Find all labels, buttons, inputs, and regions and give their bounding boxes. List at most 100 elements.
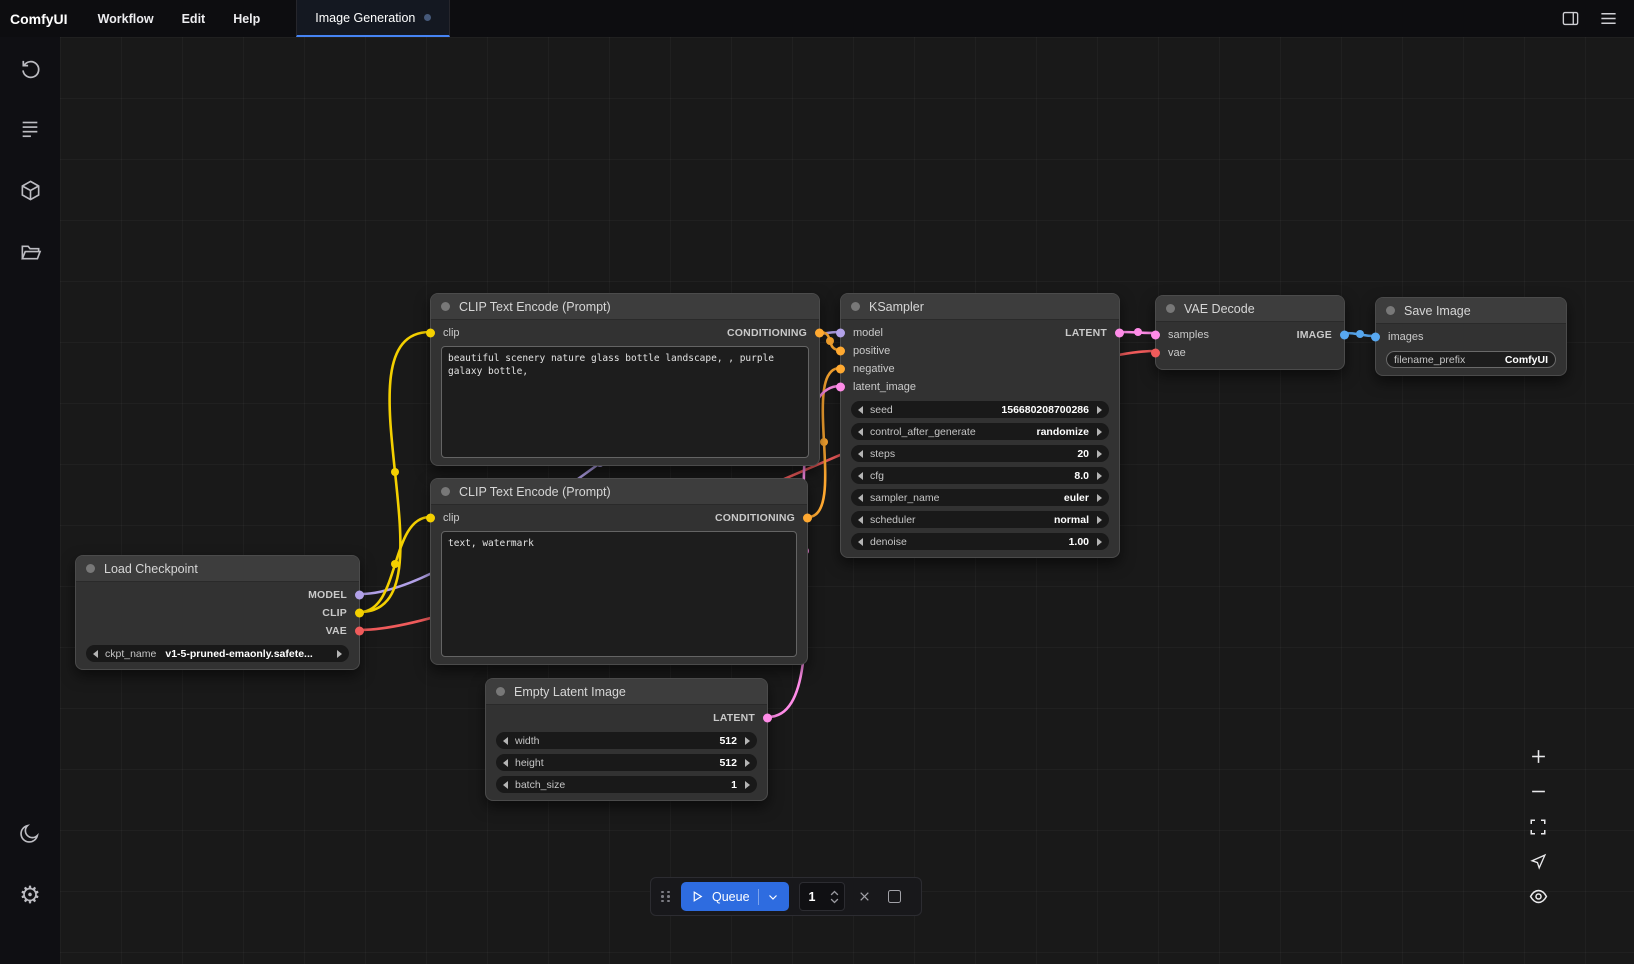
batch-count-input[interactable]: 1 [799, 882, 845, 911]
widget-ckpt-name[interactable]: ckpt_name v1-5-pruned-emaonly.safete... [86, 645, 349, 662]
node-header[interactable]: KSampler [841, 294, 1119, 320]
port-images-input[interactable] [1371, 333, 1380, 342]
port-vae-output[interactable] [355, 627, 364, 636]
tab-image-generation[interactable]: Image Generation [296, 0, 450, 37]
settings-icon[interactable]: ⚙ [10, 875, 50, 915]
chevron-down-icon[interactable] [767, 891, 779, 903]
prev-arrow-icon[interactable] [503, 737, 508, 745]
node-header[interactable]: CLIP Text Encode (Prompt) [431, 479, 807, 505]
collapse-dot[interactable] [86, 564, 95, 573]
port-vae-input[interactable] [1151, 349, 1160, 358]
stop-icon[interactable] [885, 887, 905, 907]
node-clip-text-encode-negative[interactable]: CLIP Text Encode (Prompt) clip CONDITION… [430, 478, 808, 665]
node-clip-text-encode-positive[interactable]: CLIP Text Encode (Prompt) clip CONDITION… [430, 293, 820, 466]
port-clip-input[interactable] [426, 514, 435, 523]
port-clip-output[interactable] [355, 609, 364, 618]
node-save-image[interactable]: Save Image images filename_prefix ComfyU… [1375, 297, 1567, 376]
prev-arrow-icon[interactable] [858, 516, 863, 524]
prev-arrow-icon[interactable] [858, 428, 863, 436]
next-arrow-icon[interactable] [1097, 516, 1102, 524]
next-arrow-icon[interactable] [1097, 428, 1102, 436]
next-arrow-icon[interactable] [1097, 406, 1102, 414]
prev-arrow-icon[interactable] [93, 650, 98, 658]
port-latent-output[interactable] [763, 714, 772, 723]
widget-height[interactable]: height 512 [496, 754, 757, 771]
theme-icon[interactable] [10, 813, 50, 853]
widget-cfg[interactable]: cfg 8.0 [851, 467, 1109, 484]
next-arrow-icon[interactable] [745, 781, 750, 789]
port-image-output[interactable] [1340, 331, 1349, 340]
zoom-out-icon[interactable] [1526, 781, 1550, 802]
port-samples-input[interactable] [1151, 331, 1160, 340]
collapse-dot[interactable] [1386, 306, 1395, 315]
collapse-dot[interactable] [851, 302, 860, 311]
collapse-dot[interactable] [441, 302, 450, 311]
next-arrow-icon[interactable] [1097, 538, 1102, 546]
model-library-icon[interactable] [10, 170, 50, 210]
widget-scheduler[interactable]: scheduler normal [851, 511, 1109, 528]
queue-icon[interactable] [10, 108, 50, 148]
step-down-icon[interactable] [830, 898, 839, 904]
next-arrow-icon[interactable] [1097, 472, 1102, 480]
node-header[interactable]: Save Image [1376, 298, 1566, 324]
hamburger-menu-icon[interactable] [1596, 7, 1620, 31]
node-header[interactable]: CLIP Text Encode (Prompt) [431, 294, 819, 320]
collapse-dot[interactable] [441, 487, 450, 496]
toggle-panel-icon[interactable] [1558, 7, 1582, 31]
node-load-checkpoint[interactable]: Load Checkpoint MODEL CLIP VAE ckpt_name… [75, 555, 360, 670]
next-arrow-icon[interactable] [745, 759, 750, 767]
prompt-textarea[interactable]: beautiful scenery nature glass bottle la… [441, 346, 809, 458]
menu-workflow[interactable]: Workflow [84, 0, 168, 37]
prev-arrow-icon[interactable] [858, 450, 863, 458]
port-model-output[interactable] [355, 591, 364, 600]
step-up-icon[interactable] [830, 890, 839, 896]
port-model-input[interactable] [836, 329, 845, 338]
drag-handle-icon[interactable] [661, 891, 671, 903]
node-header[interactable]: Load Checkpoint [76, 556, 359, 582]
node-empty-latent-image[interactable]: Empty Latent Image LATENT width 512 heig… [485, 678, 768, 801]
prev-arrow-icon[interactable] [858, 406, 863, 414]
next-arrow-icon[interactable] [337, 650, 342, 658]
workflows-icon[interactable] [10, 232, 50, 272]
history-icon[interactable] [10, 48, 50, 88]
port-latent-image-input[interactable] [836, 383, 845, 392]
port-conditioning-output[interactable] [803, 514, 812, 523]
widget-denoise[interactable]: denoise 1.00 [851, 533, 1109, 550]
fit-view-icon[interactable] [1526, 816, 1550, 837]
prev-arrow-icon[interactable] [503, 781, 508, 789]
toggle-visibility-eye-icon[interactable] [1526, 886, 1550, 907]
widget-sampler-name[interactable]: sampler_name euler [851, 489, 1109, 506]
collapse-dot[interactable] [496, 687, 505, 696]
clear-queue-icon[interactable] [855, 887, 875, 907]
app-logo[interactable]: ComfyUI [0, 11, 84, 27]
prev-arrow-icon[interactable] [858, 494, 863, 502]
menu-help[interactable]: Help [219, 0, 274, 37]
node-header[interactable]: VAE Decode [1156, 296, 1344, 322]
port-latent-output[interactable] [1115, 329, 1124, 338]
widget-steps[interactable]: steps 20 [851, 445, 1109, 462]
port-negative-input[interactable] [836, 365, 845, 374]
next-arrow-icon[interactable] [745, 737, 750, 745]
select-mode-icon[interactable] [1526, 851, 1550, 872]
prompt-textarea[interactable]: text, watermark [441, 531, 797, 657]
prev-arrow-icon[interactable] [858, 472, 863, 480]
next-arrow-icon[interactable] [1097, 494, 1102, 502]
prev-arrow-icon[interactable] [858, 538, 863, 546]
menu-edit[interactable]: Edit [168, 0, 220, 37]
queue-button[interactable]: Queue [681, 882, 789, 911]
next-arrow-icon[interactable] [1097, 450, 1102, 458]
prev-arrow-icon[interactable] [503, 759, 508, 767]
collapse-dot[interactable] [1166, 304, 1175, 313]
node-graph-canvas[interactable]: Load Checkpoint MODEL CLIP VAE ckpt_name… [60, 37, 1634, 964]
node-header[interactable]: Empty Latent Image [486, 679, 767, 705]
widget-filename-prefix[interactable]: filename_prefix ComfyUI [1386, 351, 1556, 368]
widget-batch-size[interactable]: batch_size 1 [496, 776, 757, 793]
node-vae-decode[interactable]: VAE Decode samples IMAGE vae [1155, 295, 1345, 370]
zoom-in-icon[interactable] [1526, 746, 1550, 767]
widget-seed[interactable]: seed 156680208700286 [851, 401, 1109, 418]
port-conditioning-output[interactable] [815, 329, 824, 338]
port-clip-input[interactable] [426, 329, 435, 338]
port-positive-input[interactable] [836, 347, 845, 356]
widget-width[interactable]: width 512 [496, 732, 757, 749]
widget-control-after-generate[interactable]: control_after_generate randomize [851, 423, 1109, 440]
